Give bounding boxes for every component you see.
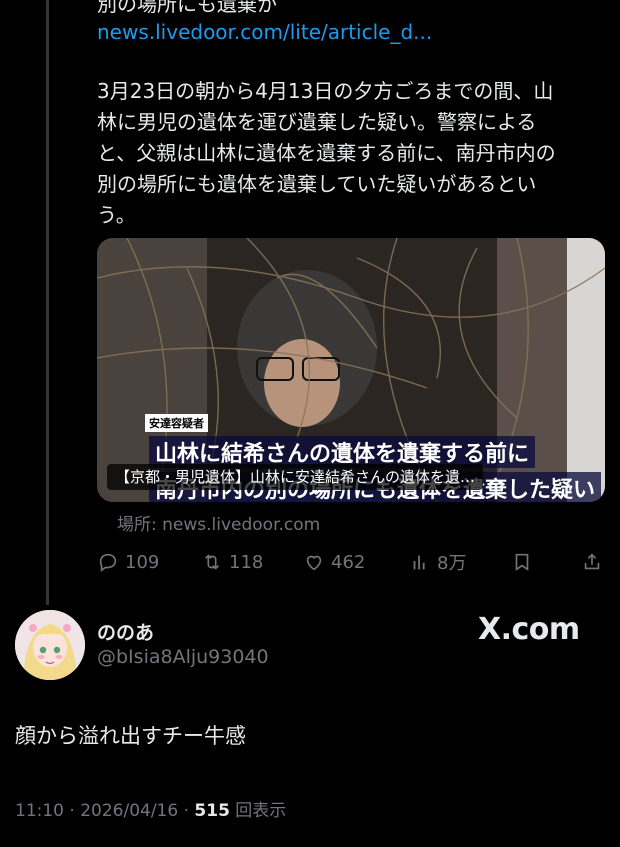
reply-button[interactable]: 109 [97, 546, 159, 578]
reply-icon [99, 553, 117, 572]
action-bar: 109 118 462 8万 [97, 546, 607, 578]
x-com-watermark: X.com [478, 612, 580, 647]
analytics-icon [413, 555, 425, 570]
heart-icon [306, 555, 322, 571]
quoted-headline-cut: 別の場所にも遺棄か [97, 0, 277, 16]
card-title: 【京都・男児遺体】山林に安達結希さんの遺体を遺… [107, 464, 484, 490]
reply-text: 顔から溢れ出すチー牛感 [15, 724, 246, 748]
repost-count: 118 [229, 551, 264, 573]
view-count-number: 515 [194, 801, 230, 821]
like-button[interactable]: 462 [303, 546, 365, 578]
thread-line [46, 0, 49, 605]
avatar[interactable] [15, 610, 85, 680]
reply-count: 109 [125, 551, 160, 573]
caption-name-tag: 安達容疑者 [145, 414, 208, 432]
view-count-label: 回表示 [229, 801, 287, 821]
repost-button[interactable]: 118 [201, 546, 263, 578]
link-card[interactable]: 安達容疑者 山林に結希さんの遺体を遺棄する前に 南丹市内の別の場所にも遺体を遺棄… [97, 238, 605, 502]
timestamp-line: 11:10 · 2026/04/16 · 515 回表示 [15, 796, 286, 821]
bookmark-icon [515, 553, 529, 571]
bookmark-button[interactable] [511, 546, 533, 578]
view-count: 8万 [437, 553, 467, 574]
like-count: 462 [331, 551, 366, 573]
views-button[interactable]: 8万 [409, 546, 466, 578]
avatar-image [15, 610, 85, 680]
repost-icon [204, 554, 220, 570]
card-source[interactable]: 場所: news.livedoor.com [117, 510, 320, 535]
quoted-body-text: 3月23日の朝から4月13日の夕方ごろまでの間、山 林に男児の遺体を運び遺棄した… [97, 79, 556, 227]
share-button[interactable] [581, 546, 603, 578]
share-icon [584, 553, 600, 570]
display-name[interactable]: ののあ [97, 618, 154, 645]
user-handle[interactable]: @bIsia8Alju93040 [97, 646, 269, 668]
timestamp[interactable]: 11:10 · 2026/04/16 · [15, 801, 194, 821]
article-link[interactable]: news.livedoor.com/lite/article_d... [97, 20, 432, 44]
